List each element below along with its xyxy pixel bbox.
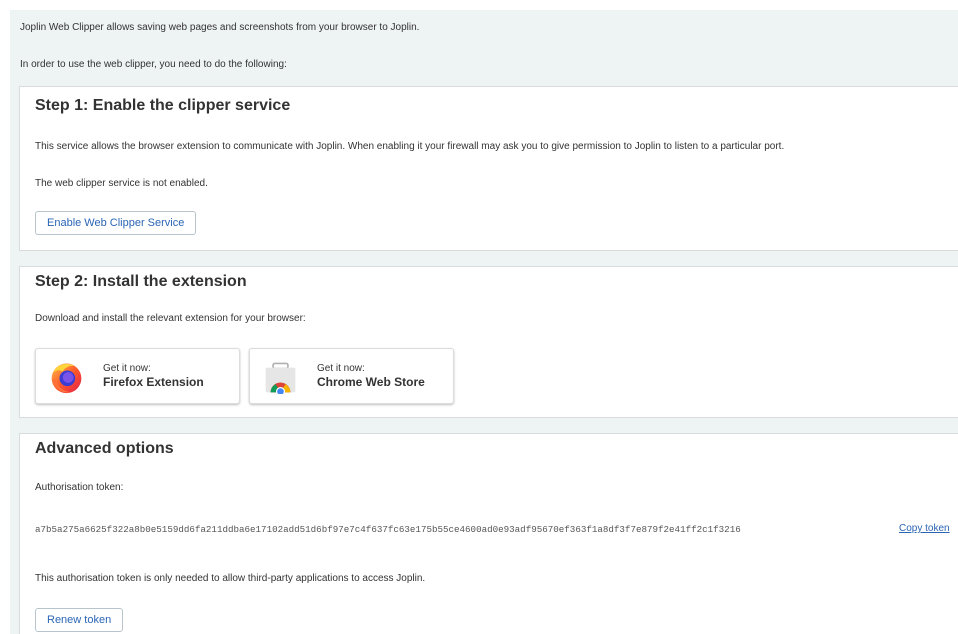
service-status-text: The web clipper service is not enabled.	[35, 178, 208, 189]
instructions-text: In order to use the web clipper, you nee…	[20, 59, 287, 70]
step2-title: Step 2: Install the extension	[35, 273, 247, 290]
token-label: Authorisation token:	[35, 482, 124, 493]
web-clipper-options-page: Joplin Web Clipper allows saving web pag…	[0, 0, 958, 634]
firefox-extension-button[interactable]: Get it now: Firefox Extension	[35, 348, 240, 404]
advanced-options-card: Advanced options Authorisation token: a7…	[19, 433, 958, 634]
firefox-extension-kicker: Get it now:	[103, 363, 151, 374]
chrome-web-store-icon	[265, 362, 296, 394]
advanced-options-title: Advanced options	[35, 440, 174, 457]
step1-card: Step 1: Enable the clipper service This …	[19, 86, 958, 251]
step2-description: Download and install the relevant extens…	[35, 313, 306, 324]
authorisation-token-value: a7b5a275a6625f322a8b0e5159dd6fa211ddba6e…	[35, 524, 741, 535]
copy-token-link[interactable]: Copy token	[899, 523, 950, 534]
enable-web-clipper-service-button[interactable]: Enable Web Clipper Service	[35, 211, 197, 235]
renew-token-button[interactable]: Renew token	[35, 608, 124, 632]
step2-card: Step 2: Install the extension Download a…	[19, 266, 958, 418]
firefox-extension-label: Firefox Extension	[103, 375, 204, 389]
step1-title: Step 1: Enable the clipper service	[35, 97, 291, 114]
chrome-web-store-label: Chrome Web Store	[317, 375, 425, 389]
chrome-web-store-button[interactable]: Get it now: Chrome Web Store	[249, 348, 454, 404]
token-note: This authorisation token is only needed …	[35, 573, 426, 584]
chrome-web-store-kicker: Get it now:	[317, 363, 365, 374]
step1-description: This service allows the browser extensio…	[35, 141, 785, 152]
firefox-icon	[51, 363, 82, 394]
intro-text: Joplin Web Clipper allows saving web pag…	[20, 22, 420, 33]
